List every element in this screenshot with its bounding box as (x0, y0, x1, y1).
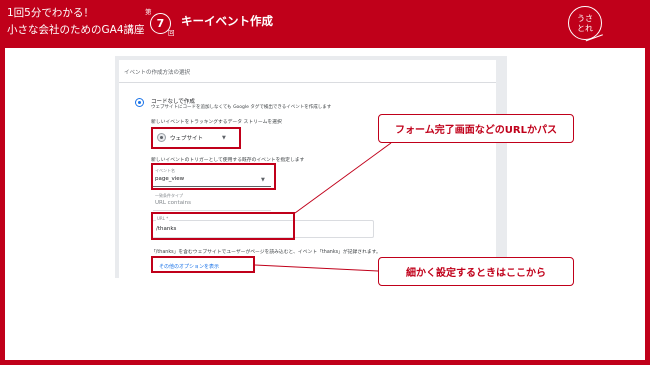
callout-connectors (254, 142, 392, 272)
url-callout: フォーム完了画面などのURLかパス (378, 114, 574, 143)
detail-callout: 細かく設定するときはここから (378, 257, 574, 286)
detail-callout-connector (254, 264, 379, 272)
url-callout-connector (294, 142, 392, 214)
